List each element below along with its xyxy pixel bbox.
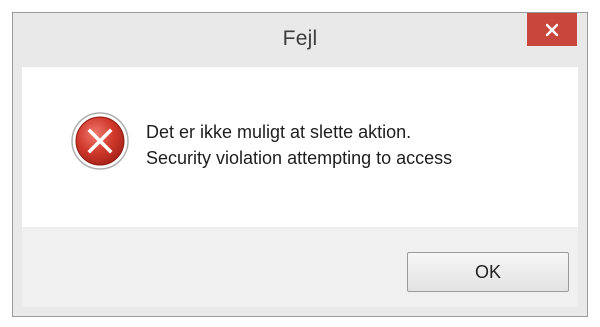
dialog-title: Fejl [282,27,318,50]
close-button[interactable] [527,13,577,46]
dialog-footer: OK [22,227,578,307]
message-line-2: Security violation attempting to access [146,148,453,168]
ok-button[interactable]: OK [407,252,569,292]
error-dialog: Fejl Det er ikke muligt at slette aktion… [12,12,588,317]
message-line-1: Det er ikke muligt at slette aktion. [146,122,412,142]
dialog-content: Det er ikke muligt at slette aktion. Sec… [22,67,578,227]
error-icon [71,112,129,170]
page: Fejl Det er ikke muligt at slette aktion… [0,0,600,327]
close-icon [545,23,559,36]
error-message: Det er ikke muligt at slette aktion. Sec… [146,119,452,171]
title-bar[interactable]: Fejl [13,13,587,67]
